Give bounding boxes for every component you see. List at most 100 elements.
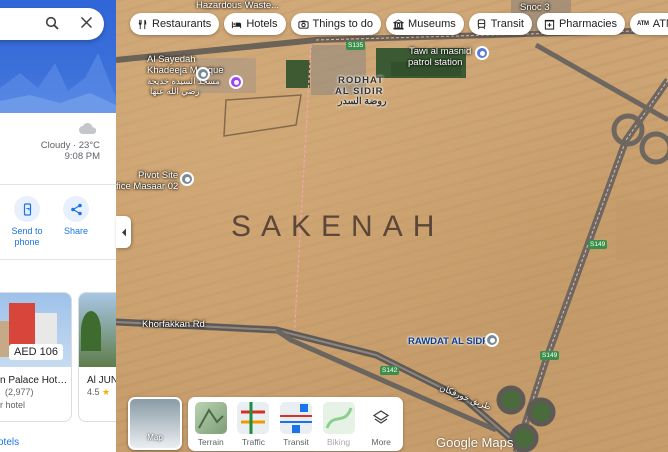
collapse-panel-button[interactable] [116,216,131,248]
rodhat-label-line1[interactable]: RODHAT [338,75,384,86]
mosque-label-line2[interactable]: Khadeeja Mosque [147,65,224,76]
traffic-icon [241,402,266,434]
chip-museums[interactable]: Museums [386,13,464,35]
hotel-building-3 [0,321,9,357]
pin-dot [233,79,239,85]
chip-hotels[interactable]: Hotels [224,13,286,35]
chip-label: ATMs [652,18,668,30]
pharmacy-icon [544,19,555,30]
send-to-phone-button[interactable]: Send to phone [7,196,47,248]
layer-traffic[interactable]: Traffic [237,402,271,451]
patrol-station-label-line2[interactable]: patrol station [408,57,462,68]
terrain-icon [197,408,224,429]
search-icon[interactable] [45,16,59,30]
layer-biking[interactable]: Biking [322,402,356,451]
star-icon: ★ [102,387,111,397]
send-to-phone-label-1: Send to [11,226,43,236]
rawdat-pin[interactable] [485,333,499,347]
atm-icon: ATM [637,21,649,27]
cloud-icon [79,123,97,134]
close-icon[interactable] [80,16,93,29]
layer-label: Terrain [197,437,224,447]
more-thumb [365,402,397,434]
hotel-type: r hotel [0,400,26,410]
patrol-station-pin[interactable] [475,46,489,60]
chip-pharmacies[interactable]: Pharmacies [536,13,626,35]
transit-icon [279,404,312,433]
layer-terrain[interactable]: Terrain [194,402,228,451]
hotel-image [79,293,116,367]
road-badge-s142: S142 [380,366,400,375]
chip-label: Restaurants [152,18,212,30]
hazardous-waste-label[interactable]: Hazardous Waste... [196,0,279,11]
layer-transit[interactable]: Transit [279,402,313,451]
sakenah-watermark: SAKENAH [231,210,445,243]
share-icon [70,203,82,215]
road-badge-s149-2: S149 [540,351,560,360]
pivot-site-pin[interactable] [180,172,194,186]
map-layer-toggle[interactable]: Map [128,397,182,450]
terrain-thumb [194,402,227,434]
pivot-site-label-line1[interactable]: Pivot Site [138,170,178,181]
hotel-card-2[interactable]: Al JUN 4.5 ★ [78,292,116,422]
pin-dot [184,176,190,182]
map-canvas[interactable]: SAKENAH Hazardous Waste... Al Sayedah Kh… [116,0,668,452]
patrol-station-label-line1[interactable]: Tawi al masnid [409,46,471,57]
biking-thumb [322,402,355,434]
share-circle [63,196,89,222]
hotel-rating: 4.5 ★ [79,386,116,399]
pivot-site-label-line2[interactable]: fice Masaar 02 [116,181,178,192]
hotel-name: n Palace Hot… [0,375,68,386]
chip-restaurants[interactable]: Restaurants [130,13,220,35]
hotel-name: Al JUN [87,375,116,386]
chip-label: Things to do [312,18,374,30]
send-to-phone-icon [23,202,31,216]
chip-label: Hotels [246,18,278,30]
google-maps-logo: Google Maps [436,435,514,450]
mosque-pin[interactable] [196,67,210,81]
pin-dot [479,50,485,56]
snoc-label[interactable]: Snoc 3 [520,2,550,13]
send-to-phone-circle [14,196,40,222]
khorfakkan-rd-label: Khorfakkan Rd [142,319,205,330]
rodhat-label-arabic: روضة السدر [338,96,387,107]
weather-condition: Cloudy · 23°C [40,140,100,151]
layer-options: Terrain Traffic Transit Biking More [188,397,403,451]
share-label: Share [63,226,89,236]
layers-icon [373,410,390,424]
fork-knife-icon [138,19,147,29]
chip-transit[interactable]: Transit [468,13,532,35]
layer-more[interactable]: More [364,402,398,451]
hotel-card-1[interactable]: AED 106 n Palace Hot… (2,977) r hotel [0,292,72,422]
mosque-label-arabic2: رضي الله عنها [150,86,200,96]
mountain-graphic [0,53,116,113]
train-icon [477,18,485,29]
hotel-price: AED 106 [9,344,64,360]
chip-label: Museums [408,18,456,30]
camera-icon [297,20,309,29]
send-to-phone-label-2: phone [14,237,40,247]
category-chips: Restaurants Hotels Things to do Museums … [130,13,668,35]
hotel-rating-count: (2,977) [5,387,34,397]
poi-purple-pin[interactable] [229,75,243,89]
bed-icon [232,21,242,28]
chip-things-to-do[interactable]: Things to do [290,13,382,35]
layer-label: Transit [283,437,309,447]
road-badge-s135: S135 [346,41,366,50]
rawdat-label[interactable]: RAWDAT AL SIDR [408,336,489,347]
chip-atms[interactable]: ATM ATMs [630,13,668,35]
map-layer-label: Map [147,433,163,442]
divider [0,259,116,260]
more-hotels-link[interactable]: otels [0,437,19,448]
layer-label: Traffic [241,437,265,447]
transit-thumb [279,402,312,434]
chip-label: Transit [490,18,524,30]
mosque-label-line1[interactable]: Al Sayedah [147,54,196,65]
share-button[interactable]: Share [56,196,96,237]
biking-icon [325,407,353,429]
layer-label: Biking [327,437,351,447]
hotel-tree [81,311,101,351]
road-badge-s149: S149 [588,240,608,249]
place-panel: Cloudy · 23°C 9:08 PM Send to phone Shar… [0,0,116,452]
weather-info: Cloudy · 23°C 9:08 PM [41,140,100,162]
